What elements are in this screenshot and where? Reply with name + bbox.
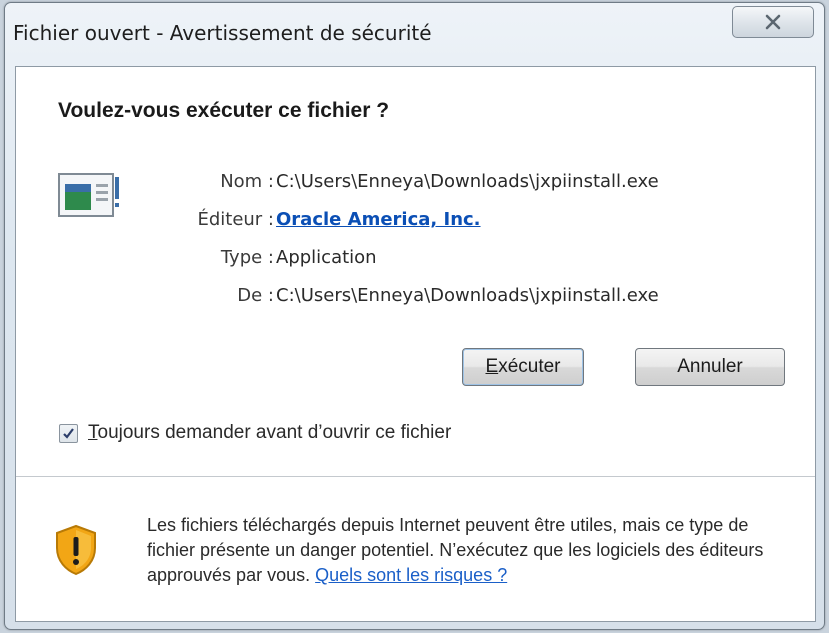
run-button-label: xécuter (498, 356, 561, 377)
run-button-accelerator: E (485, 356, 499, 377)
always-ask-checkbox[interactable] (59, 424, 78, 443)
warning-footer: Les fichiers téléchargés depuis Internet… (16, 477, 815, 621)
field-label-name: Nom : (220, 171, 274, 192)
always-ask-accelerator: T (88, 422, 98, 443)
window-title: Fichier ouvert - Avertissement de sécuri… (13, 21, 432, 45)
dialog-body: Voulez-vous exécuter ce fichier ? Nom : … (15, 66, 816, 622)
field-row-publisher: Éditeur : Oracle America, Inc. (16, 209, 806, 235)
field-label-from: De : (237, 285, 274, 306)
field-value-type: Application (276, 247, 377, 268)
field-value-from: C:\Users\Enneya\Downloads\jxpiinstall.ex… (276, 285, 659, 306)
title-bar[interactable]: Fichier ouvert - Avertissement de sécuri… (5, 3, 824, 75)
always-ask-text: oujours demander avant d’ouvrir ce fichi… (97, 422, 452, 443)
risks-link[interactable]: Quels sont les risques ? (315, 565, 507, 585)
always-ask-label[interactable]: Toujours demander avant d’ouvrir ce fich… (88, 422, 451, 444)
security-shield-icon (56, 524, 96, 576)
field-label-publisher: Éditeur : (197, 209, 274, 230)
run-button[interactable]: Exécuter (462, 348, 584, 386)
checkmark-icon (63, 428, 74, 439)
publisher-link[interactable]: Oracle America, Inc. (276, 209, 481, 230)
dialog-heading: Voulez-vous exécuter ce fichier ? (58, 99, 390, 122)
cancel-button[interactable]: Annuler (635, 348, 785, 386)
field-value-name: C:\Users\Enneya\Downloads\jxpiinstall.ex… (276, 171, 659, 192)
close-icon (765, 14, 781, 30)
warning-text: Les fichiers téléchargés depuis Internet… (147, 513, 797, 588)
close-button[interactable] (732, 6, 814, 38)
field-label-type: Type : (220, 247, 274, 268)
field-row-type: Type : Application (16, 247, 806, 273)
field-row-from: De : C:\Users\Enneya\Downloads\jxpiinsta… (16, 285, 806, 311)
dialog-window: Fichier ouvert - Avertissement de sécuri… (4, 2, 825, 630)
field-row-name: Nom : C:\Users\Enneya\Downloads\jxpiinst… (16, 171, 806, 197)
